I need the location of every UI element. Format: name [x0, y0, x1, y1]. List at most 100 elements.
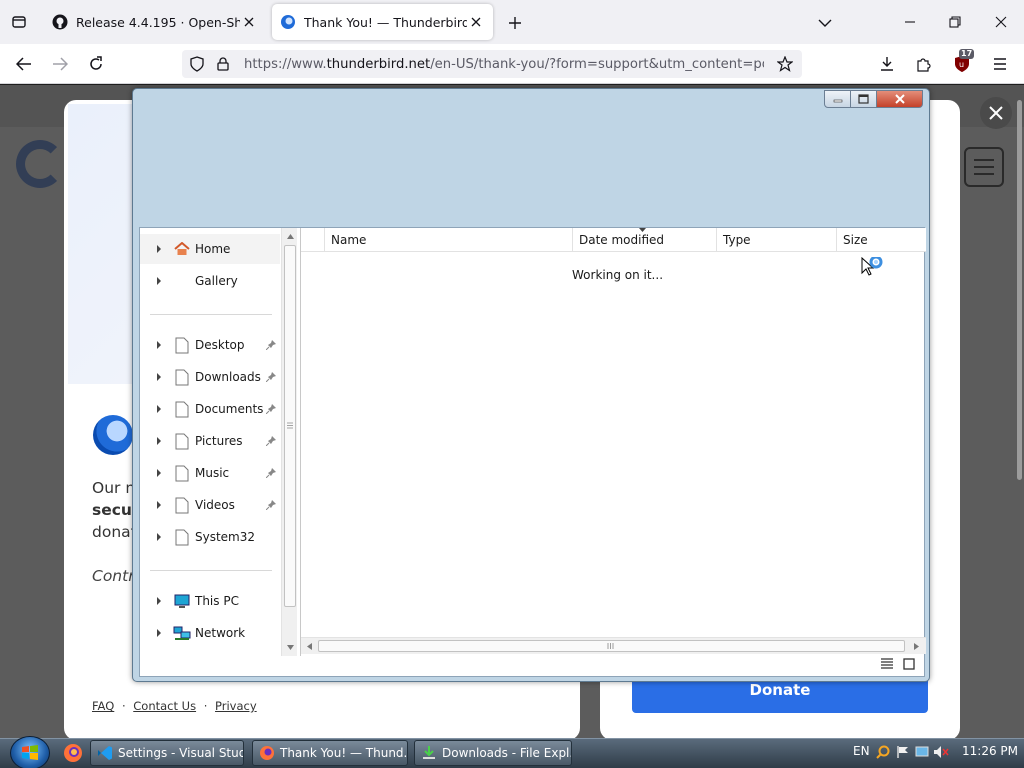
lock-icon[interactable] — [212, 53, 234, 75]
sort-indicator-icon — [639, 228, 646, 232]
back-icon[interactable] — [11, 52, 37, 76]
column-header-size[interactable]: Size — [837, 228, 926, 252]
page-scrollbar[interactable] — [1017, 100, 1022, 480]
download-icon[interactable] — [874, 52, 900, 76]
scrollbar-thumb[interactable] — [284, 245, 296, 607]
nav-item-desktop[interactable]: Desktop — [140, 330, 280, 360]
close-tab-icon[interactable] — [240, 13, 258, 31]
star-bookmark-icon[interactable] — [774, 53, 796, 75]
contact-us-link[interactable]: Contact Us — [133, 699, 196, 713]
column-header-name[interactable]: Name — [325, 228, 573, 252]
expand-arrow-icon[interactable] — [152, 533, 166, 541]
chevron-down-icon[interactable] — [814, 12, 836, 34]
scroll-up-icon[interactable] — [282, 228, 298, 244]
start-button[interactable] — [10, 736, 50, 768]
nav-separator — [150, 314, 272, 315]
site-menu-button[interactable] — [964, 147, 1004, 187]
url-text[interactable]: https://www.thunderbird.net/en-US/thank-… — [244, 57, 764, 72]
column-header-type[interactable]: Type — [717, 228, 837, 252]
taskbar-button-firefox[interactable]: Thank You! — Thund... — [252, 740, 408, 766]
monitor-icon — [173, 592, 191, 610]
column-header-date-modified[interactable]: Date modified — [573, 228, 717, 252]
nav-item-music[interactable]: Music — [140, 458, 280, 488]
nav-item-pictures[interactable]: Pictures — [140, 426, 280, 456]
language-indicator[interactable]: EN — [853, 744, 870, 758]
tab-open-shell-release[interactable]: Release 4.4.195 · Open-Shell/Op — [44, 4, 266, 40]
scroll-down-icon[interactable] — [282, 639, 298, 655]
reload-icon[interactable] — [83, 52, 109, 76]
firefox-icon[interactable] — [62, 742, 84, 764]
navigation-scrollbar[interactable] — [281, 228, 297, 656]
close-window-button[interactable] — [988, 10, 1014, 34]
document-icon — [173, 400, 191, 418]
large-icons-view-icon[interactable] — [900, 656, 918, 672]
expand-arrow-icon[interactable] — [152, 405, 166, 413]
taskbar-button-vscode[interactable]: Settings - Visual Stud... — [90, 740, 244, 766]
network-status-icon[interactable] — [913, 743, 931, 761]
nav-item-this-pc[interactable]: This PC — [140, 586, 280, 616]
scroll-left-icon[interactable] — [301, 638, 317, 654]
nav-item-downloads[interactable]: Downloads — [140, 362, 280, 392]
nav-item-label: Documents — [195, 402, 264, 416]
faq-link[interactable]: FAQ — [92, 699, 114, 713]
home-icon — [173, 240, 191, 258]
nav-item-label: Desktop — [195, 338, 245, 352]
nav-item-label: Gallery — [195, 274, 238, 288]
dialog-maximize-button[interactable] — [851, 90, 877, 108]
taskbar-button-file-explorer[interactable]: Downloads - File Expl... — [414, 740, 572, 766]
volume-muted-icon[interactable] — [932, 743, 950, 761]
hamburger-menu-icon[interactable] — [987, 52, 1013, 76]
windows-logo-icon — [22, 745, 38, 760]
taskbar-button-label: Downloads - File Expl... — [442, 746, 572, 760]
expand-arrow-icon[interactable] — [152, 245, 166, 253]
privacy-link[interactable]: Privacy — [215, 699, 257, 713]
expand-arrow-icon[interactable] — [152, 597, 166, 605]
close-tab-icon[interactable] — [467, 13, 485, 31]
expand-arrow-icon[interactable] — [152, 277, 166, 285]
nav-item-label: This PC — [195, 594, 239, 608]
expand-arrow-icon[interactable] — [152, 437, 166, 445]
loading-status-text: Working on it... — [572, 268, 664, 282]
details-view-icon[interactable] — [878, 656, 896, 672]
scrollbar-thumb[interactable] — [318, 640, 905, 652]
nav-item-system32[interactable]: System32 — [140, 522, 280, 552]
address-bar[interactable]: https://www.thunderbird.net/en-US/thank-… — [182, 50, 802, 78]
close-icon[interactable] — [980, 97, 1012, 129]
footer-separator: · — [203, 699, 208, 713]
network-icon — [173, 624, 191, 642]
column-header-label: Date modified — [579, 233, 665, 247]
nav-item-gallery[interactable]: Gallery — [140, 266, 280, 296]
nav-item-videos[interactable]: Videos — [140, 490, 280, 520]
expand-arrow-icon[interactable] — [152, 501, 166, 509]
forward-icon[interactable] — [47, 52, 73, 76]
nav-item-home[interactable]: Home — [140, 234, 280, 264]
action-center-flag-icon[interactable] — [894, 743, 912, 761]
dialog-content: Home Gallery Desktop Downloads Documents… — [139, 227, 926, 677]
horizontal-scrollbar[interactable] — [301, 637, 926, 654]
new-tab-button[interactable] — [504, 12, 526, 34]
download-icon — [421, 745, 437, 761]
expand-arrow-icon[interactable] — [152, 629, 166, 637]
search-icon[interactable] — [874, 743, 892, 761]
minimize-window-button[interactable] — [897, 10, 923, 34]
nav-item-network[interactable]: Network — [140, 618, 280, 648]
expand-arrow-icon[interactable] — [152, 373, 166, 381]
document-icon — [173, 432, 191, 450]
nav-item-documents[interactable]: Documents — [140, 394, 280, 424]
column-header-blank — [301, 228, 325, 252]
tab-thunderbird-thank-you[interactable]: Thank You! — Thunderbird — [272, 4, 493, 40]
expand-arrow-icon[interactable] — [152, 469, 166, 477]
tracking-protection-icon[interactable] — [186, 53, 208, 75]
pin-icon — [265, 339, 276, 353]
clock[interactable]: 11:26 PM — [962, 744, 1018, 758]
dialog-minimize-button[interactable] — [824, 90, 851, 108]
expand-arrow-icon[interactable] — [152, 341, 166, 349]
document-icon — [173, 336, 191, 354]
firefox-view-icon[interactable] — [8, 11, 30, 33]
scroll-right-icon[interactable] — [908, 638, 924, 654]
extensions-puzzle-icon[interactable] — [911, 52, 937, 76]
url-prefix: https://www. — [244, 56, 327, 72]
dialog-close-button[interactable] — [877, 90, 923, 108]
restore-window-button[interactable] — [942, 10, 968, 34]
nav-item-label: Videos — [195, 498, 235, 512]
